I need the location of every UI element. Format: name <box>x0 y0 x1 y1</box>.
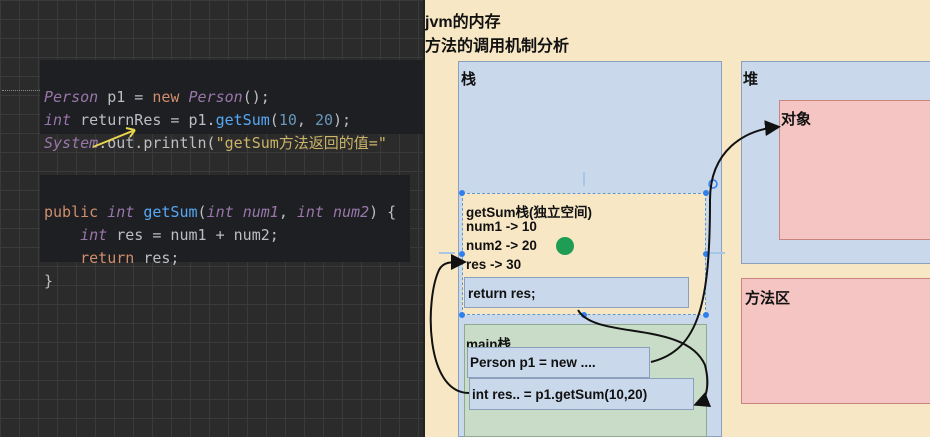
annotation-arrow <box>92 127 136 148</box>
jvm-memory-diagram: jvm的内存 方法的调用机制分析 栈 堆 对象 方法区 getSum栈(独立空间… <box>423 0 930 437</box>
connector-arrows <box>429 120 781 407</box>
code-panel: Person p1 = new Person(); int returnRes … <box>0 0 438 437</box>
